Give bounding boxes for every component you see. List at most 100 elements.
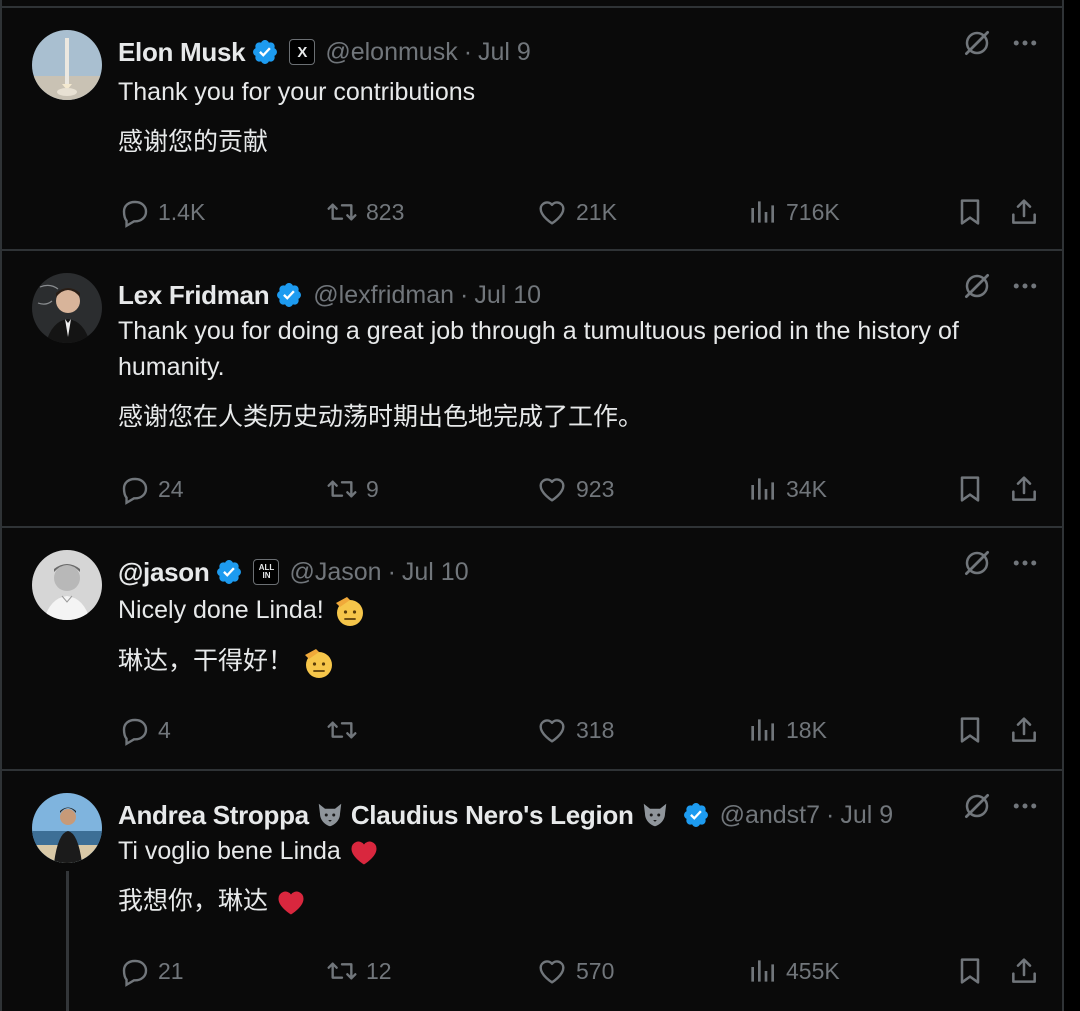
handle[interactable]: @lexfridman xyxy=(313,281,454,310)
timestamp[interactable]: Jul 9 xyxy=(840,801,893,830)
bookmark-button[interactable] xyxy=(954,196,986,228)
tweet-text-en: Thank you for your contributions xyxy=(118,78,476,106)
like-button[interactable]: 570 xyxy=(536,955,614,987)
tweet-text-zh: 琳达，干得好！ xyxy=(118,647,294,676)
view-count: 18K xyxy=(786,716,827,743)
tweet-text-en: Thank you for doing a great job through … xyxy=(118,317,959,381)
timeline: Elon Musk X @elonmusk · Jul 9 Thank you … xyxy=(0,0,1064,1011)
tweet-text: Thank you for your contributions 感谢您的贡献 xyxy=(118,74,1022,160)
views-button[interactable]: 716K xyxy=(746,196,840,228)
verified-badge-icon[interactable] xyxy=(682,801,710,829)
tweet-text: Thank you for doing a great job through … xyxy=(118,313,1022,435)
like-count: 21K xyxy=(576,198,617,225)
more-options-icon[interactable] xyxy=(1010,28,1040,58)
retweet-icon xyxy=(326,714,358,746)
tweet[interactable]: Andrea Stroppa Claudius Nero's Legion @a… xyxy=(2,769,1062,1011)
share-button[interactable] xyxy=(1008,196,1040,228)
verified-badge-icon[interactable] xyxy=(275,281,303,309)
bookmark-button[interactable] xyxy=(954,714,986,746)
separator-dot: · xyxy=(460,280,469,309)
views-button[interactable]: 18K xyxy=(746,714,827,746)
handle[interactable]: @Jason xyxy=(289,558,381,587)
bookmark-button[interactable] xyxy=(954,955,986,987)
like-count: 923 xyxy=(576,475,615,502)
views-button[interactable]: 455K xyxy=(746,955,840,987)
grok-icon[interactable] xyxy=(962,548,992,578)
retweet-button[interactable] xyxy=(326,714,366,746)
reply-button[interactable]: 4 xyxy=(118,714,171,746)
more-options-icon[interactable] xyxy=(1010,271,1040,301)
avatar[interactable] xyxy=(32,550,102,620)
display-name[interactable]: Elon Musk xyxy=(118,37,246,68)
heart-icon xyxy=(536,714,568,746)
display-name[interactable]: @jason xyxy=(118,557,210,588)
more-options-icon[interactable] xyxy=(1010,548,1040,578)
bookmark-icon xyxy=(954,473,986,505)
bookmark-button[interactable] xyxy=(954,473,986,505)
grok-icon[interactable] xyxy=(962,28,992,58)
reply-button[interactable]: 1.4K xyxy=(118,196,205,228)
tweet-header-actions xyxy=(962,28,1040,58)
tweet-text-zh: 感谢您在人类历史动荡时期出色地完成了工作。 xyxy=(118,403,644,431)
avatar[interactable] xyxy=(32,793,102,863)
timestamp[interactable]: Jul 10 xyxy=(402,558,469,587)
display-name[interactable]: Lex Fridman xyxy=(118,280,270,311)
display-name-suffix[interactable]: Claudius Nero's Legion xyxy=(351,800,634,831)
tweet-header: @jason ALL IN @Jason · Jul 10 xyxy=(118,552,1042,592)
views-icon xyxy=(746,714,778,746)
retweet-count: 12 xyxy=(366,957,392,984)
share-button[interactable] xyxy=(1008,714,1040,746)
tweet[interactable]: Lex Fridman @lexfridman · Jul 10 Thank y… xyxy=(2,249,1062,528)
tweet-header: Andrea Stroppa Claudius Nero's Legion @a… xyxy=(118,795,1042,835)
like-button[interactable]: 21K xyxy=(536,196,617,228)
tweet[interactable]: @jason ALL IN @Jason · Jul 10 Nicely done… xyxy=(2,526,1062,771)
share-button[interactable] xyxy=(1008,955,1040,987)
more-options-icon[interactable] xyxy=(1010,791,1040,821)
heart-icon xyxy=(536,196,568,228)
avatar[interactable] xyxy=(32,273,102,343)
avatar[interactable] xyxy=(32,30,102,100)
reply-button[interactable]: 21 xyxy=(118,955,184,987)
verified-badge-icon[interactable] xyxy=(215,558,243,586)
handle[interactable]: @andst7 xyxy=(720,801,820,830)
like-count: 570 xyxy=(576,957,615,984)
like-count: 318 xyxy=(576,716,615,743)
reply-button[interactable]: 24 xyxy=(118,473,184,505)
grok-icon[interactable] xyxy=(962,271,992,301)
retweet-count: 823 xyxy=(366,198,405,225)
views-icon xyxy=(746,955,778,987)
retweet-button[interactable]: 9 xyxy=(326,473,379,505)
timestamp[interactable]: Jul 9 xyxy=(478,38,531,67)
grok-icon[interactable] xyxy=(962,791,992,821)
wolf-emoji-icon xyxy=(640,800,670,830)
retweet-button[interactable]: 823 xyxy=(326,196,404,228)
like-button[interactable]: 318 xyxy=(536,714,614,746)
tweet[interactable]: Elon Musk X @elonmusk · Jul 9 Thank you … xyxy=(2,6,1062,251)
view-count: 716K xyxy=(786,198,840,225)
share-button[interactable] xyxy=(1008,473,1040,505)
tweet-header: Lex Fridman @lexfridman · Jul 10 xyxy=(118,275,1042,315)
share-icon xyxy=(1008,714,1040,746)
bookmark-icon xyxy=(954,196,986,228)
views-button[interactable]: 34K xyxy=(746,473,827,505)
tweet-actions: 4 318 18K xyxy=(118,710,1036,750)
retweet-icon xyxy=(326,955,358,987)
retweet-count: 9 xyxy=(366,475,379,502)
tweet-header-actions xyxy=(962,271,1040,301)
timestamp[interactable]: Jul 10 xyxy=(474,281,541,310)
verified-badge-icon[interactable] xyxy=(251,38,279,66)
retweet-icon xyxy=(326,196,358,228)
reply-count: 1.4K xyxy=(158,198,206,225)
heart-icon xyxy=(536,955,568,987)
handle[interactable]: @elonmusk xyxy=(325,38,457,67)
allin-affiliation-badge[interactable]: ALL IN xyxy=(253,559,280,585)
display-name[interactable]: Andrea Stroppa xyxy=(118,800,309,831)
reply-count: 21 xyxy=(158,957,184,984)
reply-icon xyxy=(118,714,150,746)
retweet-button[interactable]: 12 xyxy=(326,955,392,987)
tweet-actions: 21 12 570 455K xyxy=(118,951,1036,991)
like-button[interactable]: 923 xyxy=(536,473,614,505)
tweet-text-en: Ti voglio bene Linda xyxy=(118,837,341,865)
tweet-text-en: Nicely done Linda! xyxy=(118,596,324,624)
x-affiliation-badge[interactable]: X xyxy=(289,39,316,65)
